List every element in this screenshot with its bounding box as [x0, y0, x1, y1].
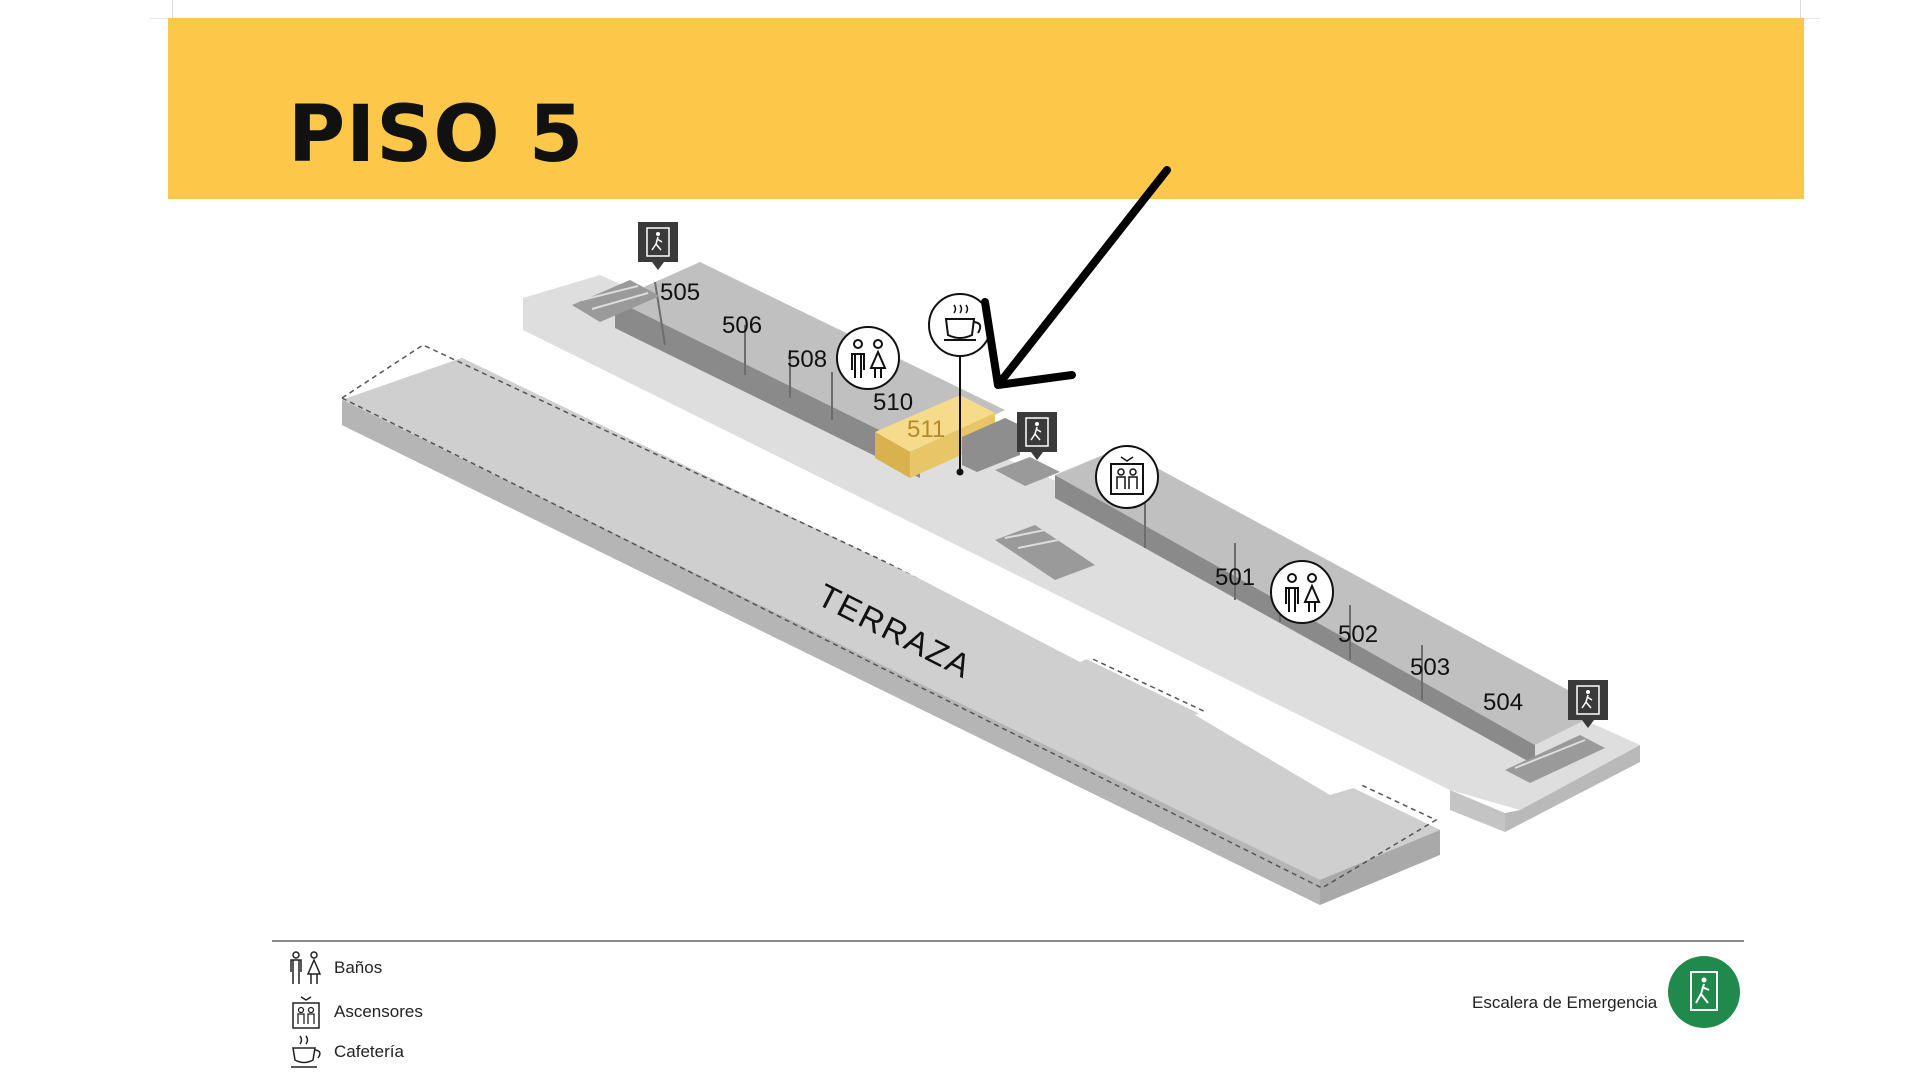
- legend-divider: [272, 940, 1744, 942]
- room-label-503: 503: [1410, 654, 1450, 681]
- arrow-pointer-icon: [981, 166, 1171, 389]
- room-label-505: 505: [660, 279, 700, 306]
- legend-item-cafeteria: Cafetería: [288, 1034, 404, 1070]
- emergency-stair-icon: [1668, 956, 1741, 1028]
- coffee-cup-icon: [291, 1035, 321, 1068]
- room-label-508: 508: [787, 346, 827, 373]
- emergency-stair-marker-icon: [1017, 412, 1057, 460]
- legend-item-restrooms: Baños: [288, 950, 382, 986]
- legend-label-emergency-stair: Escalera de Emergencia: [1472, 993, 1658, 1012]
- restroom-icon: [836, 326, 900, 390]
- elevator-icon: [1095, 445, 1159, 509]
- room-label-502: 502: [1338, 621, 1378, 648]
- legend-label-restrooms: Baños: [334, 958, 383, 977]
- room-label-504: 504: [1483, 689, 1523, 716]
- restroom-icon: [290, 951, 322, 984]
- room-label-501: 501: [1215, 564, 1255, 591]
- room-label-511: 511: [907, 416, 945, 443]
- elevator-icon: [292, 996, 320, 1029]
- legend-label-cafeteria: Cafetería: [334, 1042, 404, 1061]
- room-label-506: 506: [722, 312, 762, 339]
- legend-label-elevators: Ascensores: [334, 1002, 423, 1021]
- legend-item-elevators: Ascensores: [288, 994, 423, 1030]
- emergency-stair-marker-icon: [638, 222, 678, 270]
- restroom-icon: [1270, 560, 1334, 624]
- room-label-510: 510: [873, 389, 913, 416]
- floor-map: 505 506 508 510 511 501 502 503 504 TERR…: [340, 166, 1640, 905]
- legend-item-emergency-stair: Escalera de Emergencia: [1472, 955, 1741, 1029]
